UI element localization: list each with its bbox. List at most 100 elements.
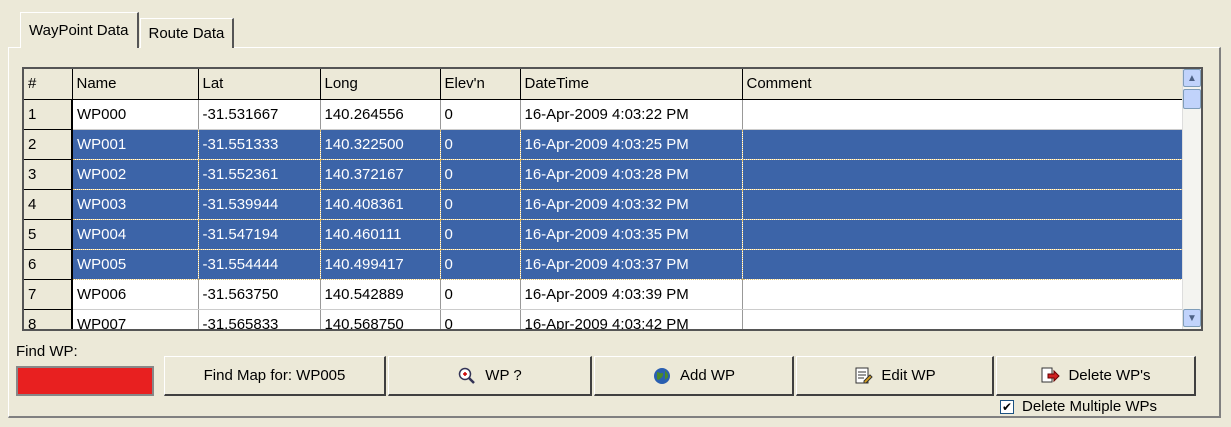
scroll-up-button[interactable]: ▲ [1183,69,1201,87]
lat-cell[interactable]: -31.565833 [198,309,321,329]
column-header-comment[interactable]: Comment [742,69,1186,100]
comment-cell[interactable] [742,99,1186,130]
comment-cell[interactable] [742,189,1186,220]
elevation-cell[interactable]: 0 [440,249,521,280]
comment-cell[interactable] [742,159,1186,190]
column-header-long[interactable]: Long [320,69,441,100]
find-map-button[interactable]: Find Map for: WP005 [164,356,386,396]
find-map-label: Find Map for: WP005 [203,367,346,384]
vertical-scrollbar[interactable]: ▲ ▼ [1182,69,1201,329]
table-row[interactable]: 5 WP004 -31.547194 140.460111 0 16-Apr-2009 4… [24,219,1186,250]
chevron-up-icon: ▲ [1187,72,1197,84]
elevation-cell[interactable]: 0 [440,159,521,190]
name-cell[interactable]: WP007 [72,309,199,329]
long-cell[interactable]: 140.264556 [320,99,441,130]
row-number-cell[interactable]: 8 [24,309,73,329]
lat-cell[interactable]: -31.552361 [198,159,321,190]
datetime-cell[interactable]: 16-Apr-2009 4:03:37 PM [520,249,743,280]
lat-cell[interactable]: -31.554444 [198,249,321,280]
name-cell[interactable]: WP005 [72,249,199,280]
name-cell[interactable]: WP003 [72,189,199,220]
chevron-down-icon: ▼ [1187,312,1197,324]
row-number-cell[interactable]: 5 [24,219,73,250]
table-row[interactable]: 2 WP001 -31.551333 140.322500 0 16-Apr-2009 4… [24,129,1186,160]
long-cell[interactable]: 140.542889 [320,279,441,310]
comment-cell[interactable] [742,219,1186,250]
comment-cell[interactable] [742,249,1186,280]
name-cell[interactable]: WP001 [72,129,199,160]
elevation-cell[interactable]: 0 [440,189,521,220]
row-number-cell[interactable]: 2 [24,129,73,160]
lat-cell[interactable]: -31.539944 [198,189,321,220]
delete-multiple-checkbox[interactable]: ✔ [1000,399,1014,414]
waypoint-grid[interactable]: # Name Lat Long Elev'n DateTime Comment … [22,67,1203,331]
comment-cell[interactable] [742,129,1186,160]
tab-label: WayPoint Data [29,22,129,39]
find-wp-color-box[interactable] [16,366,154,396]
delete-multiple-option[interactable]: ✔ Delete Multiple WPs [1000,398,1157,415]
tab-strip: WayPoint Data Route Data [20,12,235,48]
header-row: # Name Lat Long Elev'n DateTime Comment [24,69,1186,100]
edit-wp-label: Edit WP [881,367,936,384]
column-header-datetime[interactable]: DateTime [520,69,743,100]
name-cell[interactable]: WP002 [72,159,199,190]
datetime-cell[interactable]: 16-Apr-2009 4:03:25 PM [520,129,743,160]
add-wp-button[interactable]: Add WP [594,356,794,396]
table-row[interactable]: 4 WP003 -31.539944 140.408361 0 16-Apr-2009 4… [24,189,1186,220]
tab-label: Route Data [148,25,225,42]
row-number-cell[interactable]: 7 [24,279,73,310]
datetime-cell[interactable]: 16-Apr-2009 4:03:22 PM [520,99,743,130]
checkmark-icon: ✔ [1001,399,1013,414]
datetime-cell[interactable]: 16-Apr-2009 4:03:32 PM [520,189,743,220]
comment-cell[interactable] [742,279,1186,310]
long-cell[interactable]: 140.460111 [320,219,441,250]
elevation-cell[interactable]: 0 [440,99,521,130]
datetime-cell[interactable]: 16-Apr-2009 4:03:35 PM [520,219,743,250]
delete-wps-label: Delete WP's [1068,367,1151,384]
delete-wps-button[interactable]: Delete WP's [996,356,1196,396]
column-header-name[interactable]: Name [72,69,199,100]
name-cell[interactable]: WP004 [72,219,199,250]
table-row[interactable]: 6 WP005 -31.554444 140.499417 0 16-Apr-2009 4… [24,249,1186,280]
long-cell[interactable]: 140.408361 [320,189,441,220]
wp-query-button[interactable]: WP ? [388,356,592,396]
table-row[interactable]: 1 WP000 -31.531667 140.264556 0 16-Apr-2009 4… [24,99,1186,130]
table-row[interactable]: 8 WP007 -31.565833 140.568750 0 16-Apr-2009 4… [24,309,1186,329]
row-number-cell[interactable]: 6 [24,249,73,280]
tab-route-data[interactable]: Route Data [139,18,235,48]
delete-arrow-icon [1040,366,1061,386]
elevation-cell[interactable]: 0 [440,129,521,160]
scroll-down-button[interactable]: ▼ [1183,309,1201,327]
globe-icon [652,366,672,386]
tab-waypoint-data[interactable]: WayPoint Data [20,12,139,48]
datetime-cell[interactable]: 16-Apr-2009 4:03:42 PM [520,309,743,329]
edit-wp-button[interactable]: Edit WP [796,356,994,396]
lat-cell[interactable]: -31.531667 [198,99,321,130]
column-header-lat[interactable]: Lat [198,69,321,100]
long-cell[interactable]: 140.322500 [320,129,441,160]
row-number-cell[interactable]: 3 [24,159,73,190]
datetime-cell[interactable]: 16-Apr-2009 4:03:39 PM [520,279,743,310]
column-header-number[interactable]: # [24,69,73,100]
column-header-elevation[interactable]: Elev'n [440,69,521,100]
lat-cell[interactable]: -31.547194 [198,219,321,250]
waypoint-table: # Name Lat Long Elev'n DateTime Comment … [24,69,1186,329]
row-number-cell[interactable]: 4 [24,189,73,220]
elevation-cell[interactable]: 0 [440,219,521,250]
lat-cell[interactable]: -31.563750 [198,279,321,310]
lat-cell[interactable]: -31.551333 [198,129,321,160]
long-cell[interactable]: 140.499417 [320,249,441,280]
long-cell[interactable]: 140.568750 [320,309,441,329]
name-cell[interactable]: WP000 [72,99,199,130]
table-row[interactable]: 7 WP006 -31.563750 140.542889 0 16-Apr-2009 4… [24,279,1186,310]
datetime-cell[interactable]: 16-Apr-2009 4:03:28 PM [520,159,743,190]
row-number-cell[interactable]: 1 [24,99,73,130]
elevation-cell[interactable]: 0 [440,279,521,310]
magnifier-icon [457,366,477,386]
scroll-thumb[interactable] [1183,89,1201,109]
comment-cell[interactable] [742,309,1186,329]
name-cell[interactable]: WP006 [72,279,199,310]
long-cell[interactable]: 140.372167 [320,159,441,190]
table-row[interactable]: 3 WP002 -31.552361 140.372167 0 16-Apr-2009 4… [24,159,1186,190]
elevation-cell[interactable]: 0 [440,309,521,329]
